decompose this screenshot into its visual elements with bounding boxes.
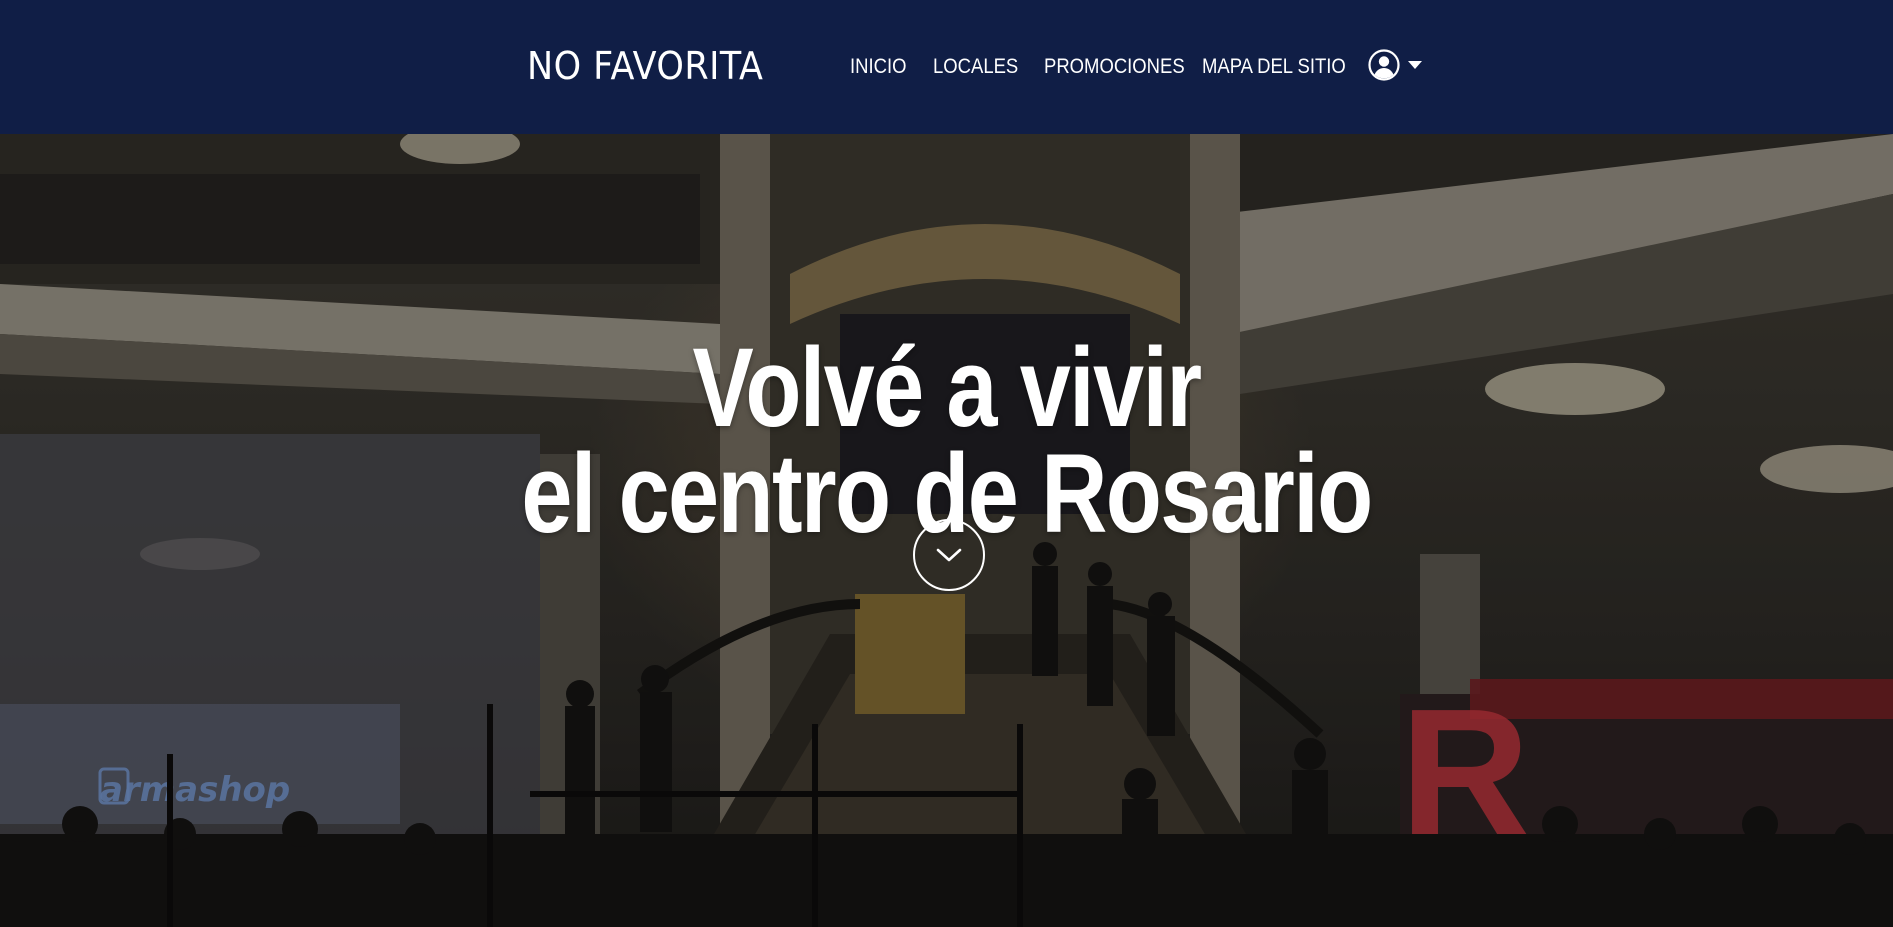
caret-down-icon: [1408, 61, 1422, 69]
nav-link-promociones[interactable]: PROMOCIONES: [1044, 55, 1185, 79]
chevron-down-icon: [936, 548, 962, 562]
hero-section: R armashop Volvé a vivir el centro de Ro…: [0, 134, 1893, 927]
hero-headline-line1: Volvé a vivir: [692, 325, 1203, 451]
hero-headline: Volvé a vivir el centro de Rosario: [0, 325, 1893, 550]
nav-link-locales[interactable]: LOCALES: [933, 55, 1018, 79]
user-circle-icon: [1368, 49, 1400, 81]
nav-link-mapa-del-sitio[interactable]: MAPA DEL SITIO: [1202, 55, 1346, 79]
site-logo[interactable]: NO FAVORITA: [527, 46, 763, 86]
nav-link-inicio[interactable]: INICIO: [850, 55, 906, 79]
scroll-down-button[interactable]: [913, 519, 985, 591]
top-navbar: NO FAVORITA INICIO LOCALES PROMOCIONES M…: [0, 0, 1893, 134]
user-menu-dropdown[interactable]: [1368, 48, 1426, 82]
